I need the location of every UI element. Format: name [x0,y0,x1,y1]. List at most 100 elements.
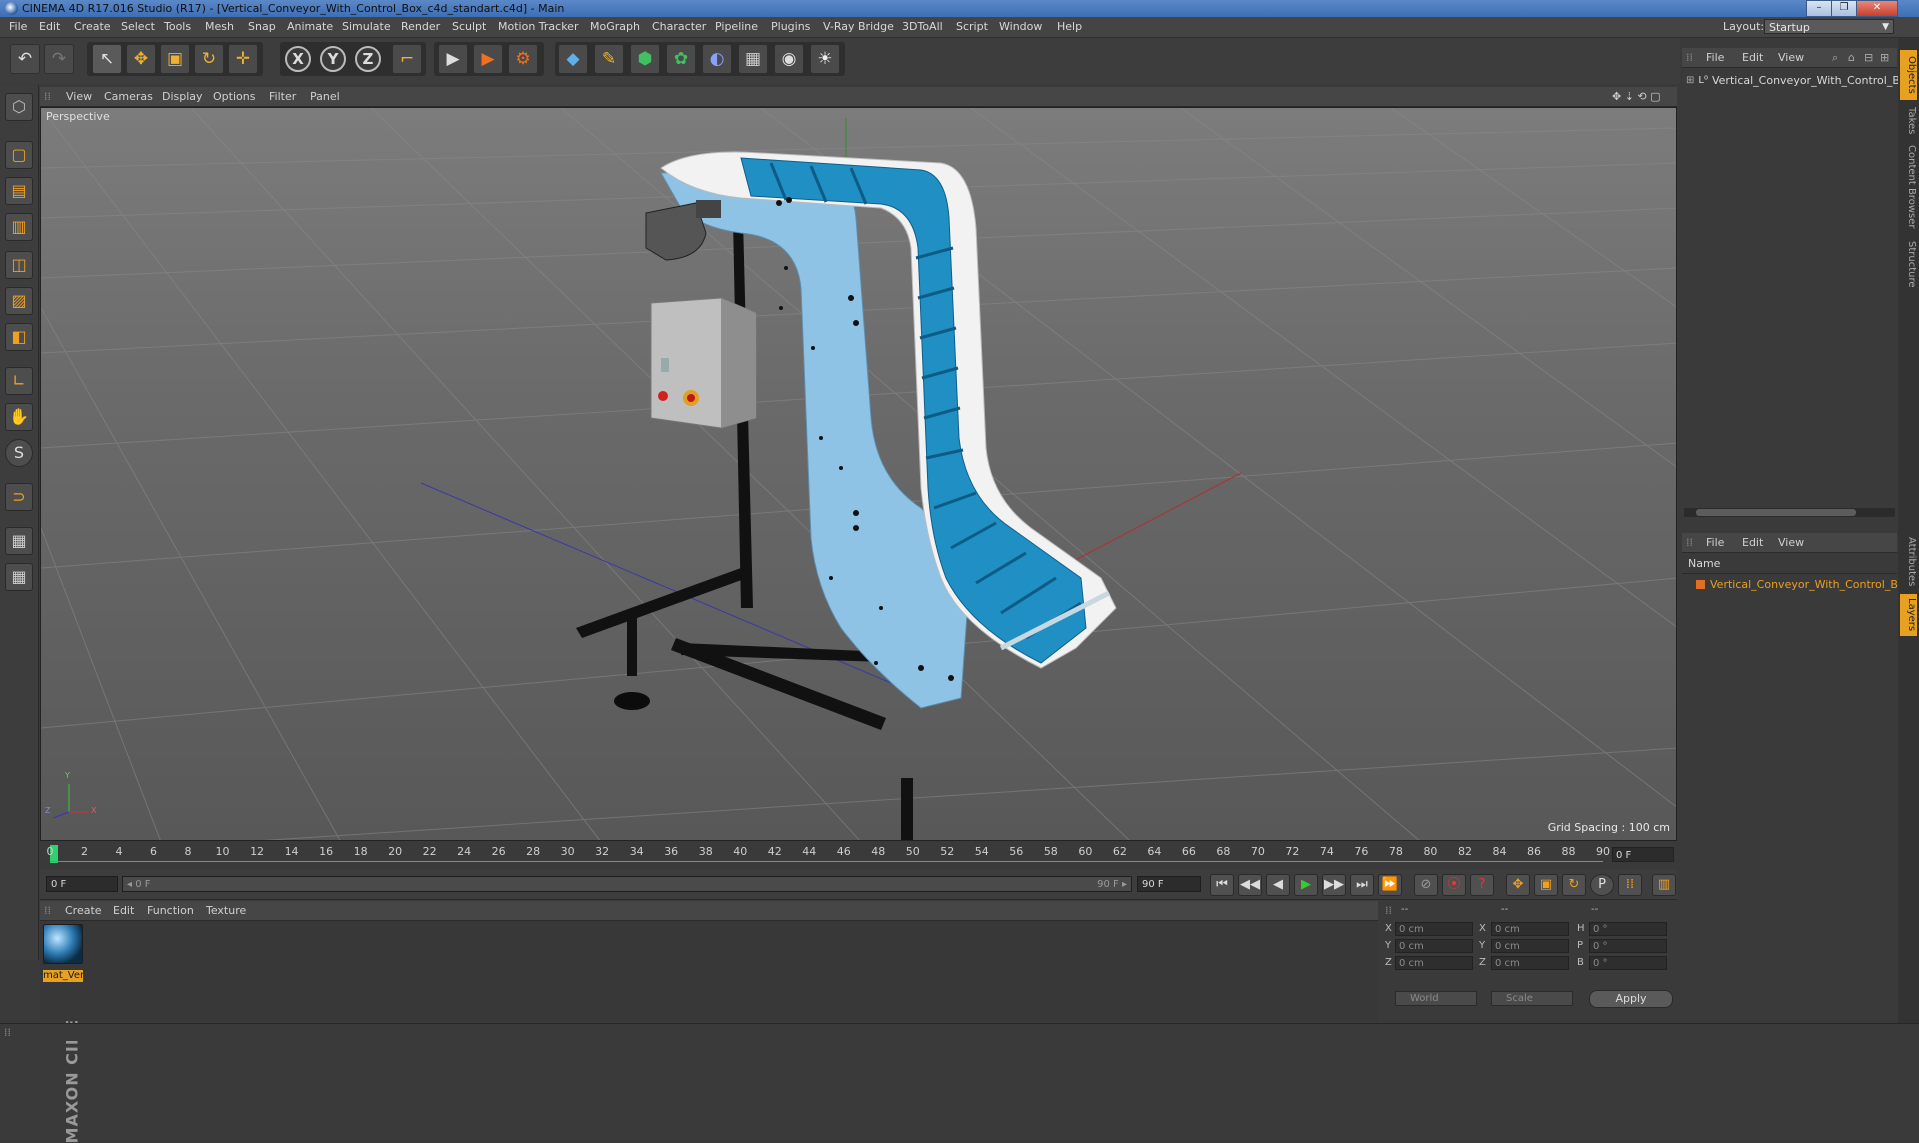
menu-snap[interactable]: Snap [248,20,276,33]
axis-x-toggle[interactable]: X [285,46,311,72]
coordinate-mode-dropdown[interactable]: World [1395,991,1477,1006]
pen-spline-button[interactable]: ✎ [594,44,624,74]
timeline-ruler[interactable]: 0 2 4 6 8 10 12 14 16 18 20 22 24 26 28 30 32 34 36 38 40 42 4… [40,843,1677,867]
size-z-field[interactable]: 0 cm [1491,956,1569,970]
rotation-h-field[interactable]: 0 ° [1589,922,1667,936]
tweak-mode-button[interactable]: ✋ [5,403,33,431]
key-pla-button[interactable]: ⁞⁞ [1618,874,1642,896]
cube-object-button[interactable]: ◆ [558,44,588,74]
object-menu-file[interactable]: File [1706,51,1724,64]
edges-mode-button[interactable]: ▨ [5,287,33,315]
home-icon[interactable]: ⌂ [1848,51,1855,64]
menu-help[interactable]: Help [1057,20,1082,33]
axis-z-toggle[interactable]: Z [355,46,381,72]
prev-key-button[interactable]: ◀◀ [1238,874,1262,896]
timeline-menu-button[interactable]: ▥ [1652,874,1676,896]
viewport-menu-filter[interactable]: Filter [269,90,296,103]
render-settings-button[interactable]: ⚙ [508,44,538,74]
key-parameter-button[interactable]: P [1590,874,1614,896]
model-mode-button[interactable]: ▢ [5,141,33,169]
move-tool-button[interactable]: ✥ [126,44,156,74]
render-view-button[interactable]: ▶ [438,44,468,74]
menu-create[interactable]: Create [74,20,111,33]
viewport-menu-panel[interactable]: Panel [310,90,340,103]
menu-file[interactable]: File [9,20,27,33]
menu-pipeline[interactable]: Pipeline [715,20,758,33]
menu-simulate[interactable]: Simulate [342,20,391,33]
undo-button[interactable]: ↶ [10,44,40,74]
object-menu-view[interactable]: View [1778,51,1804,64]
scale-tool-button[interactable]: ▣ [160,44,190,74]
viewport-menu-cameras[interactable]: Cameras [104,90,153,103]
object-manager-scrollbar[interactable] [1684,508,1895,517]
perspective-viewport[interactable]: Perspective Grid Spacing : 100 cm Y X Z [40,107,1677,841]
apply-button[interactable]: Apply [1589,990,1673,1008]
tab-attributes[interactable]: Attributes [1900,536,1917,588]
lock-workplane-button[interactable]: ▦ [5,527,33,555]
current-frame-field[interactable]: 0 F [1612,847,1674,862]
texture-mode-button[interactable]: ▤ [5,177,33,205]
menu-script[interactable]: Script [956,20,988,33]
play-button[interactable]: ▶ [1294,874,1318,896]
points-mode-button[interactable]: ◫ [5,251,33,279]
conveyor-model[interactable] [576,151,1117,841]
rotation-p-field[interactable]: 0 ° [1589,939,1667,953]
planar-workplane-button[interactable]: ▦ [5,563,33,591]
expand-icon[interactable]: ⊞ [1686,75,1694,86]
menu-motion-tracker[interactable]: Motion Tracker [498,20,578,33]
select-tool-button[interactable]: ↖ [92,44,122,74]
transform-tool-button[interactable]: ✛ [228,44,258,74]
magnet-tool-button[interactable]: ⊃ [5,483,33,511]
coordinate-system-button[interactable]: ⌐ [392,44,422,74]
menu-animate[interactable]: Animate [287,20,333,33]
close-button[interactable]: ✕ [1856,0,1898,17]
polygons-mode-button[interactable]: ◧ [5,323,33,351]
subdivision-surface-button[interactable]: ⬢ [630,44,660,74]
size-mode-dropdown[interactable]: Scale [1491,991,1573,1006]
material-name-label[interactable]: mat_Ver [43,970,83,982]
key-scale-button[interactable]: ▣ [1534,874,1558,896]
next-frame-button[interactable]: ⏭ [1350,874,1374,896]
menu-render[interactable]: Render [401,20,440,33]
tab-objects[interactable]: Objects [1900,50,1917,100]
viewport-menu-display[interactable]: Display [162,90,203,103]
menu-window[interactable]: Window [999,20,1042,33]
position-z-field[interactable]: 0 cm [1395,956,1473,970]
axis-y-toggle[interactable]: Y [320,46,346,72]
tab-layers[interactable]: Layers [1900,594,1917,636]
layout-dropdown[interactable]: Startup ▼ [1764,19,1894,34]
layer-menu-file[interactable]: File [1706,536,1724,549]
key-rotation-button[interactable]: ↻ [1562,874,1586,896]
array-button[interactable]: ✿ [666,44,696,74]
menu-vray-bridge[interactable]: V-Ray Bridge [823,20,894,33]
tab-content-browser[interactable]: Content Browser [1900,142,1917,232]
material-menu-create[interactable]: Create [65,904,102,917]
rotate-tool-button[interactable]: ↻ [194,44,224,74]
deformer-button[interactable]: ◐ [702,44,732,74]
keyframe-selection-button[interactable]: ⊘ [1414,874,1438,896]
go-to-start-button[interactable]: ⏮ [1210,874,1234,896]
axis-mode-button[interactable]: ∟ [5,367,33,395]
menu-character[interactable]: Character [652,20,706,33]
snap-toggle-button[interactable]: S [5,439,33,467]
new-view-icon[interactable]: ⊞ [1880,51,1889,64]
make-editable-button[interactable]: ⬡ [5,93,33,121]
tab-takes[interactable]: Takes [1900,104,1917,138]
prev-frame-button[interactable]: ◀ [1266,874,1290,896]
menu-sculpt[interactable]: Sculpt [452,20,486,33]
material-menu-function[interactable]: Function [147,904,194,917]
next-key-button[interactable]: ▶▶ [1322,874,1346,896]
render-to-picture-viewer-button[interactable]: ▶ [473,44,503,74]
layer-menu-edit[interactable]: Edit [1742,536,1763,549]
record-button[interactable]: ⦿ [1442,874,1466,896]
material-thumbnail[interactable] [43,924,83,964]
camera-button[interactable]: ◉ [774,44,804,74]
workplane-mode-button[interactable]: ▥ [5,213,33,241]
light-button[interactable]: ☀ [810,44,840,74]
rotation-b-field[interactable]: 0 ° [1589,956,1667,970]
object-row[interactable]: ⊞ L⁰ Vertical_Conveyor_With_Control_B [1686,73,1900,87]
name-column-header[interactable]: Name [1688,557,1720,570]
menu-3dtoall[interactable]: 3DToAll [902,20,943,33]
search-icon[interactable]: ⌕ [1832,51,1838,65]
redo-button[interactable]: ↷ [44,44,74,74]
